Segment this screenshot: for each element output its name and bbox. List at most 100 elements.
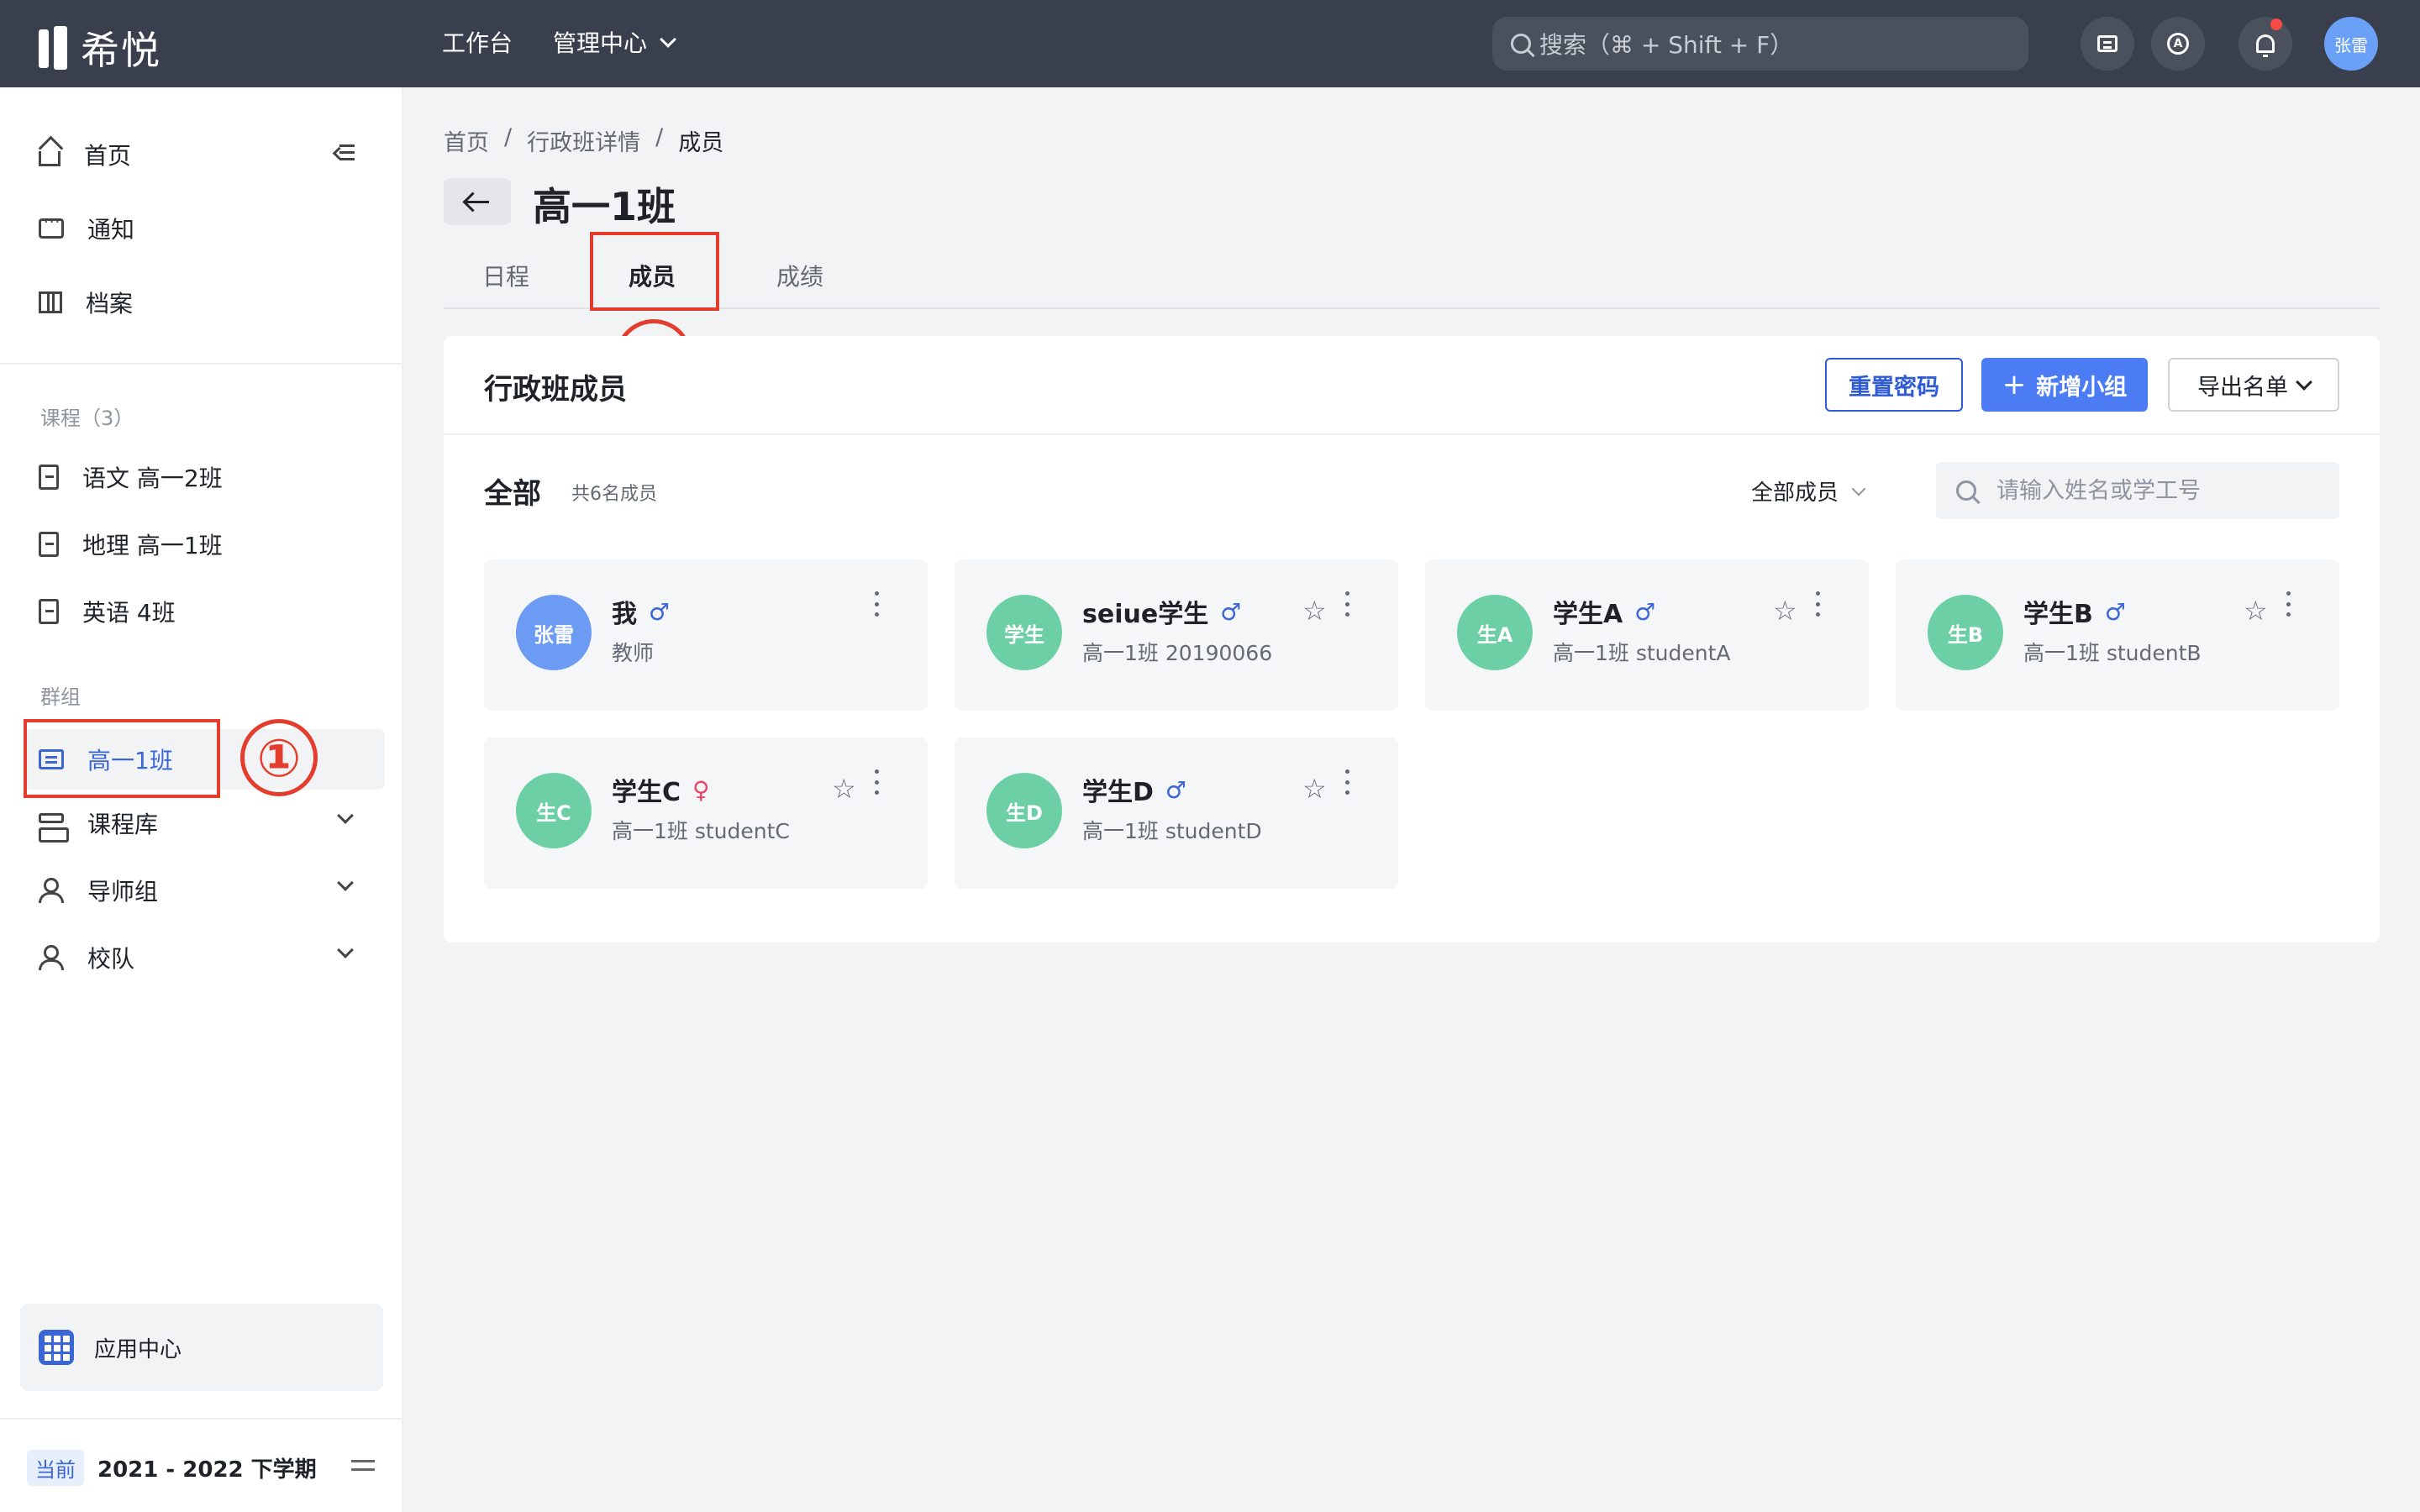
- sidebar-item-label: 课程库: [87, 811, 159, 838]
- sidebar-item-school-team[interactable]: 校队: [39, 941, 134, 974]
- plus-icon: +: [2002, 368, 2027, 402]
- top-nav: 工作台 管理中心: [442, 25, 676, 59]
- nav-workbench[interactable]: 工作台: [442, 25, 513, 59]
- sidebar-item-course[interactable]: 语文 高一2班: [39, 460, 223, 494]
- more-icon[interactable]: [1343, 591, 1351, 617]
- sidebar-item-label: 英语 4班: [82, 599, 176, 627]
- breadcrumb-current: 成员: [678, 130, 724, 156]
- breadcrumb-class-detail[interactable]: 行政班详情: [527, 124, 640, 157]
- message-icon: [39, 213, 64, 239]
- avatar: 生D: [986, 773, 1062, 848]
- member-search-input[interactable]: [1996, 477, 2316, 504]
- add-group-button[interactable]: + 新增小组: [1981, 358, 2148, 412]
- member-name-row: seiue学生 ♂: [1082, 593, 1241, 630]
- more-icon[interactable]: [1343, 769, 1351, 795]
- female-icon: ♀: [692, 775, 710, 804]
- member-count: 共6名成员: [571, 484, 657, 505]
- sidebar-item-archive[interactable]: 档案: [39, 286, 133, 319]
- member-subtitle: 高一1班 studentB: [2023, 641, 2202, 665]
- app-logo[interactable]: 希悦: [39, 20, 161, 76]
- search-icon: [1511, 34, 1531, 54]
- messages-button[interactable]: [2081, 17, 2134, 71]
- assistant-button[interactable]: A: [2151, 17, 2205, 71]
- sidebar-item-course-library[interactable]: 课程库: [39, 806, 159, 843]
- member-name-row: 学生D ♂: [1082, 771, 1186, 808]
- sidebar-item-home[interactable]: 首页: [39, 138, 131, 171]
- male-icon: ♂: [1634, 597, 1656, 626]
- star-icon[interactable]: ☆: [2244, 595, 2268, 627]
- star-icon[interactable]: ☆: [1302, 595, 1327, 627]
- export-list-button[interactable]: 导出名单: [2168, 358, 2339, 412]
- filter-title: 全部: [484, 477, 541, 511]
- male-icon: ♂: [1220, 597, 1242, 626]
- global-search[interactable]: 搜索（⌘ + Shift + F）: [1492, 17, 2028, 71]
- swap-icon[interactable]: [351, 1455, 375, 1475]
- member-card[interactable]: 学生 seiue学生 ♂ 高一1班 20190066 ☆: [955, 559, 1398, 711]
- member-name: seiue学生: [1082, 600, 1209, 629]
- male-icon: ♂: [1165, 775, 1187, 804]
- chevron-down-icon[interactable]: [337, 874, 354, 891]
- member-card[interactable]: 生D 学生D ♂ 高一1班 studentD ☆: [955, 738, 1398, 889]
- member-subtitle: 高一1班 studentD: [1082, 819, 1262, 843]
- member-subtitle: 高一1班 20190066: [1082, 641, 1273, 665]
- star-icon[interactable]: ☆: [832, 773, 856, 805]
- tab-grades[interactable]: 成绩: [776, 259, 823, 292]
- member-card[interactable]: 张雷 我 ♂ 教师: [484, 559, 928, 711]
- member-name: 学生D: [1082, 778, 1154, 807]
- nav-admin-dropdown[interactable]: 管理中心: [553, 25, 676, 59]
- sidebar-item-label: 导师组: [87, 878, 159, 906]
- member-name: 学生C: [612, 778, 681, 807]
- sidebar-item-course[interactable]: 英语 4班: [39, 595, 176, 628]
- chevron-down-icon: [1851, 481, 1866, 496]
- more-icon[interactable]: [872, 769, 881, 795]
- member-name: 我: [612, 600, 637, 629]
- member-subtitle: 高一1班 studentC: [612, 819, 790, 843]
- member-card[interactable]: 生C 学生C ♀ 高一1班 studentC ☆: [484, 738, 928, 889]
- sidebar-item-label: 语文 高一2班: [82, 465, 223, 492]
- member-name: 学生A: [1553, 600, 1623, 629]
- term-selector[interactable]: 当前 2021 - 2022 下学期: [27, 1450, 317, 1486]
- sidebar-item-label: 校队: [87, 945, 135, 973]
- chevron-down-icon: [2296, 374, 2312, 391]
- people-icon: [39, 878, 64, 903]
- reset-password-label: 重置密码: [1849, 374, 1939, 401]
- sidebar-item-label: 通知: [87, 216, 135, 244]
- collapse-sidebar-icon[interactable]: [334, 144, 355, 161]
- avatar: 张雷: [516, 595, 592, 670]
- reset-password-button[interactable]: 重置密码: [1825, 358, 1963, 412]
- bell-icon: [2256, 34, 2275, 57]
- more-icon[interactable]: [2284, 591, 2292, 617]
- breadcrumb-home[interactable]: 首页: [444, 124, 489, 157]
- member-card[interactable]: 生A 学生A ♂ 高一1班 studentA ☆: [1425, 559, 1869, 711]
- export-list-label: 导出名单: [2197, 374, 2288, 401]
- sidebar-item-notice[interactable]: 通知: [39, 212, 134, 245]
- sidebar-item-mentor-group[interactable]: 导师组: [39, 874, 158, 907]
- notifications-button[interactable]: [2238, 17, 2292, 71]
- back-button[interactable]: [444, 178, 511, 225]
- library-icon: [39, 813, 69, 843]
- logo-text: 希悦: [81, 28, 161, 73]
- app-center-button[interactable]: 应用中心: [20, 1304, 383, 1391]
- star-icon[interactable]: ☆: [1773, 595, 1797, 627]
- sidebar-divider: [0, 363, 403, 365]
- member-subtitle: 教师: [612, 641, 655, 665]
- more-icon[interactable]: [872, 591, 881, 617]
- member-filter-dropdown[interactable]: 全部成员: [1751, 475, 1866, 507]
- member-card[interactable]: 生B 学生B ♂ 高一1班 studentB ☆: [1896, 559, 2339, 711]
- more-icon[interactable]: [1813, 591, 1822, 617]
- tab-schedule[interactable]: 日程: [482, 259, 529, 292]
- nav-admin-label: 管理中心: [553, 29, 648, 57]
- home-icon: [39, 151, 60, 166]
- male-icon: ♂: [649, 597, 671, 626]
- star-icon[interactable]: ☆: [1302, 773, 1327, 805]
- chevron-down-icon[interactable]: [337, 942, 354, 958]
- member-search[interactable]: [1936, 462, 2339, 519]
- sidebar-item-course[interactable]: 地理 高一1班: [39, 528, 223, 561]
- groups-section-label: 群组: [40, 685, 81, 709]
- user-avatar[interactable]: 张雷: [2324, 17, 2378, 71]
- annotation-box-1: [24, 719, 220, 798]
- chevron-down-icon[interactable]: [337, 807, 354, 824]
- people-icon: [39, 945, 64, 970]
- notification-dot: [2270, 18, 2282, 30]
- member-name-row: 学生C ♀: [612, 771, 710, 808]
